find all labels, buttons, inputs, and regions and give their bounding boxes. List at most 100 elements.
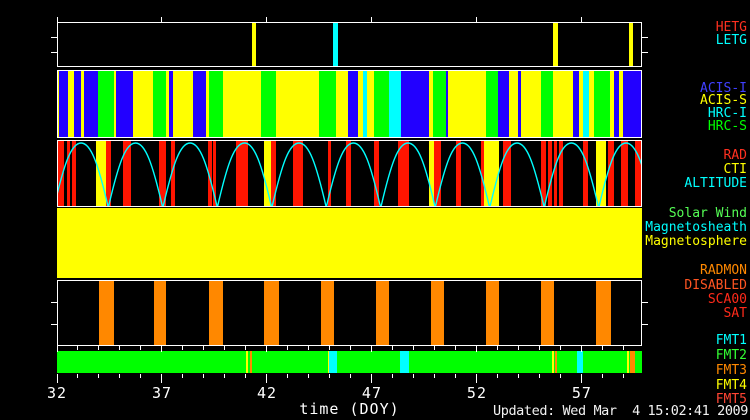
axis-tick [434,346,435,350]
legend-label-hrc-s: HRC-S [708,119,747,134]
segment [246,351,249,373]
axis-tick [539,346,540,350]
segment [209,71,222,137]
segment [252,23,256,66]
legend-label-magnetosheath: Magnetosheath [645,220,747,235]
axis-tick [203,346,204,350]
segment [261,71,276,137]
axis-tick [642,302,648,303]
axis-tick [623,374,624,378]
axis-tick [98,346,99,350]
segment [223,71,261,137]
segment [629,23,633,66]
segment [133,71,153,137]
axis-tick [476,17,477,22]
axis-tick [560,374,561,378]
axis-tick [51,302,57,303]
segment [74,71,81,137]
axis-tick [224,346,225,350]
segment [319,71,336,137]
legend-label-cti: CTI [724,162,747,177]
axis-tick [77,346,78,350]
axis-tick [308,374,309,378]
segment [348,71,358,137]
segment [509,71,517,137]
axis-tick [350,346,351,350]
axis-tick [224,374,225,378]
segment [627,351,630,373]
segment [98,71,115,137]
axis-tick [560,346,561,350]
segment [448,71,486,137]
axis-tick [581,346,582,352]
axis-tick [161,17,162,22]
axis-tick [51,324,57,325]
axis-tick [581,374,582,383]
axis-tick [392,374,393,378]
segment [400,351,409,373]
axis-tick [602,374,603,378]
legend-label-magnetosphere: Magnetosphere [645,234,747,249]
axis-tick [266,346,267,352]
axis-tick [245,374,246,378]
segment [433,71,446,137]
axis-tick [57,374,58,383]
segment [116,71,133,137]
segment [374,71,389,137]
segment [389,71,401,137]
axis-tick [642,324,648,325]
segment [573,71,580,137]
segment [333,23,338,66]
axis-tick [266,374,267,383]
segment [153,71,166,137]
legend-label-sat: SAT [724,306,747,321]
x-tick-label: 42 [257,384,277,402]
axis-tick [182,346,183,350]
axis-tick [497,346,498,350]
segment [336,71,348,137]
axis-tick [266,17,267,22]
axis-tick [455,346,456,350]
axis-tick [119,374,120,378]
axis-tick [642,37,648,38]
legend-label-rad: RAD [724,148,747,163]
segment [99,281,114,345]
segment [154,281,166,345]
axis-tick [51,52,57,53]
segment [329,351,337,373]
axis-tick [161,346,162,352]
axis-tick [642,52,648,53]
segment [555,351,558,373]
axis-tick [329,374,330,378]
segment [521,71,541,137]
axis-tick [476,374,477,383]
axis-tick [245,346,246,350]
axis-tick [623,346,624,350]
segment [276,71,319,137]
axis-tick [413,346,414,350]
legend-label-radmon: RADMON [700,263,747,278]
band-radmon-status [57,280,642,346]
segment [264,281,279,345]
axis-tick [392,346,393,350]
axis-tick [413,374,414,378]
segment [376,281,389,345]
segment [173,71,193,137]
x-tick-label: 32 [47,384,67,402]
axis-tick [287,374,288,378]
segment [553,23,558,66]
axis-tick [140,346,141,350]
legend-label-sca00: SCA00 [708,292,747,307]
x-tick-label: 52 [467,384,487,402]
axis-tick [371,374,372,383]
x-tick-label: 37 [152,384,172,402]
segment [401,71,429,137]
segment [209,281,223,345]
axis-tick [98,374,99,378]
axis-tick [476,346,477,352]
x-tick-label: 57 [572,384,592,402]
segment [623,71,642,137]
legend-label-letg: LETG [716,33,747,48]
band-solar-wind-region [57,208,642,278]
segment [541,71,553,137]
